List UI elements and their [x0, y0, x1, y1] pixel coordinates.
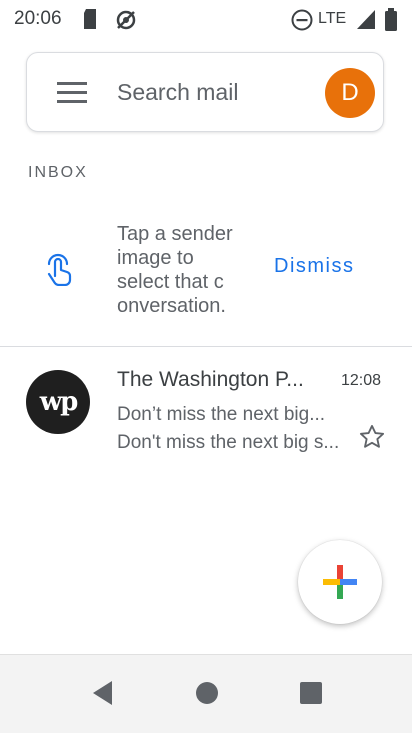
compose-plus-icon	[323, 565, 357, 599]
system-nav-bar	[0, 654, 412, 733]
dismiss-button[interactable]: Dismiss	[274, 255, 355, 278]
account-avatar[interactable]: D	[325, 68, 375, 118]
search-bar[interactable]: Search mail D	[26, 52, 384, 132]
battery-icon	[384, 8, 398, 37]
lte-icon: LTE	[318, 10, 347, 27]
sd-card-icon	[82, 8, 98, 35]
menu-icon[interactable]	[57, 81, 87, 108]
sender-avatar[interactable]: wp	[26, 370, 90, 434]
status-time: 20:06	[14, 8, 62, 29]
email-snippet: Don't miss the next big s...	[117, 432, 340, 453]
back-icon[interactable]	[90, 679, 116, 712]
tap-gesture-icon	[44, 250, 74, 291]
section-label: INBOX	[28, 164, 88, 181]
tip-text: Tap a sender image to select that c onve…	[117, 223, 233, 317]
signal-icon	[356, 8, 376, 35]
divider	[0, 346, 412, 347]
home-icon[interactable]	[194, 679, 220, 712]
email-subject: Don’t miss the next big...	[117, 404, 326, 425]
star-icon[interactable]	[358, 423, 386, 456]
sender-name: The Washington P...	[117, 368, 304, 391]
recents-icon[interactable]	[298, 679, 324, 712]
dnd-icon	[290, 8, 314, 37]
search-input[interactable]: Search mail	[117, 79, 238, 106]
email-time: 12:08	[341, 372, 382, 389]
compose-button[interactable]	[298, 540, 382, 624]
status-bar: 20:06 LTE	[0, 0, 412, 38]
sync-icon	[114, 8, 138, 37]
